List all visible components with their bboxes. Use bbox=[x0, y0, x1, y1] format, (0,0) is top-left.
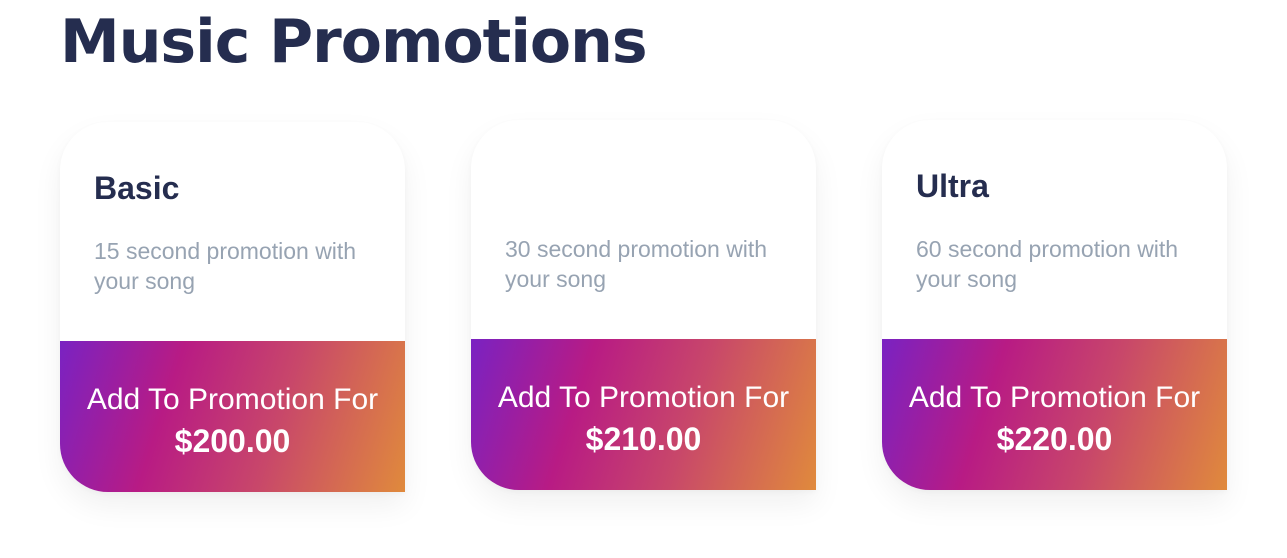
plan-card-ultra: Ultra 60 second promotion with your song… bbox=[882, 120, 1227, 490]
page-title: Music Promotions bbox=[60, 7, 648, 77]
plan-description: 60 second promotion with your song bbox=[916, 236, 1179, 292]
plan-card-standard: 30 second promotion with your song Add T… bbox=[471, 120, 816, 490]
plan-description: 30 second promotion with your song bbox=[505, 236, 768, 292]
plan-name: Basic bbox=[94, 170, 180, 206]
plan-card-basic: Basic 15 second promotion with your song… bbox=[60, 122, 405, 492]
button-label: Add To Promotion For bbox=[908, 381, 1201, 414]
add-to-promotion-button-ultra[interactable]: Add To Promotion For $220.00 bbox=[882, 339, 1227, 490]
button-label: Add To Promotion For bbox=[86, 383, 379, 416]
plan-price: $210.00 bbox=[585, 421, 702, 457]
add-to-promotion-button-basic[interactable]: Add To Promotion For $200.00 bbox=[60, 341, 405, 492]
plan-price: $200.00 bbox=[174, 423, 291, 459]
add-to-promotion-button-standard[interactable]: Add To Promotion For $210.00 bbox=[471, 339, 816, 490]
button-label: Add To Promotion For bbox=[497, 381, 790, 414]
plan-name: Ultra bbox=[916, 168, 989, 204]
plan-description: 15 second promotion with your song bbox=[94, 238, 357, 294]
plan-price: $220.00 bbox=[996, 421, 1113, 457]
